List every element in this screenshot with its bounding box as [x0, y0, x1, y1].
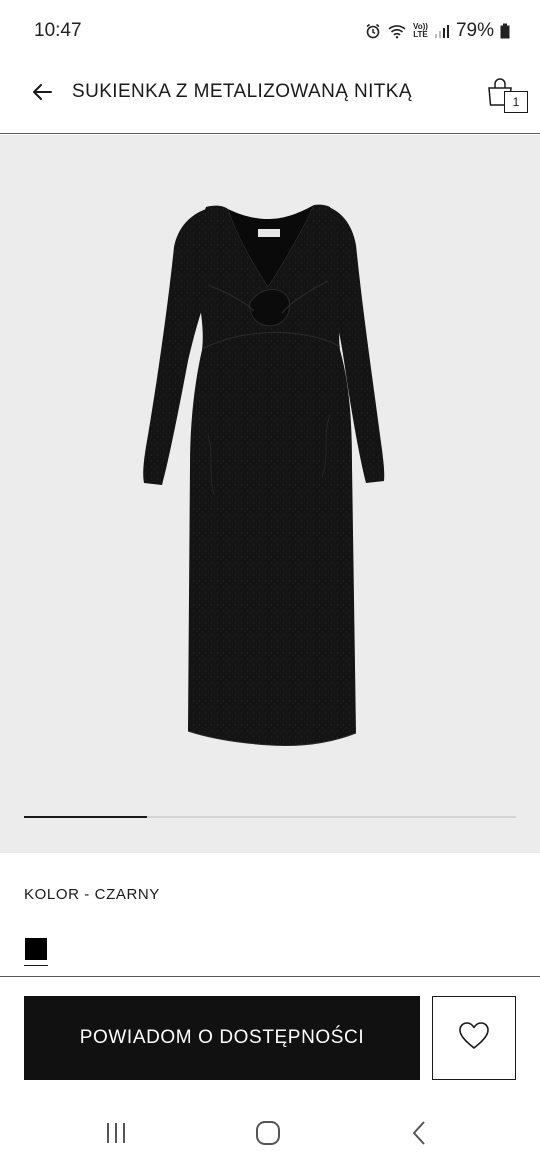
swatch-fill	[25, 938, 47, 960]
battery-icon	[500, 23, 510, 39]
divider	[0, 976, 540, 977]
gallery-progress-indicator	[24, 816, 147, 818]
signal-icon	[434, 23, 450, 39]
product-header: SUKIENKA Z METALIZOWANĄ NITKĄ 1	[0, 62, 540, 134]
product-image	[143, 204, 385, 746]
product-image-gallery[interactable]	[0, 135, 540, 853]
color-label: KOLOR - CZARNY	[24, 886, 160, 903]
home-button[interactable]	[248, 1120, 288, 1150]
home-icon	[255, 1120, 281, 1151]
cart-button[interactable]: 1	[484, 74, 530, 116]
back-button[interactable]	[26, 78, 58, 110]
status-bar: 10:47 Vo)) LTE 79%	[0, 0, 540, 62]
wishlist-button[interactable]	[432, 996, 516, 1080]
notify-availability-button[interactable]: POWIADOM O DOSTĘPNOŚCI	[24, 996, 420, 1080]
alarm-icon	[365, 23, 381, 39]
wifi-icon	[387, 23, 407, 39]
lte-label: LTE	[413, 30, 428, 39]
volte-lte-icon: Vo)) LTE	[413, 23, 428, 39]
back-icon	[410, 1120, 430, 1151]
page-title: SUKIENKA Z METALIZOWANĄ NITKĄ	[72, 81, 412, 102]
battery-percent: 79%	[455, 20, 494, 41]
cart-count-badge: 1	[504, 91, 528, 113]
recent-apps-icon	[103, 1121, 129, 1150]
arrow-left-icon	[30, 80, 54, 109]
system-nav-bar	[0, 1100, 540, 1170]
color-swatch-black[interactable]	[24, 938, 48, 968]
heart-icon	[458, 1021, 490, 1056]
recent-apps-button[interactable]	[96, 1120, 136, 1150]
gallery-progress-track	[24, 816, 516, 818]
swatch-selected-indicator	[24, 965, 48, 966]
status-icons: Vo)) LTE 79%	[365, 20, 510, 42]
status-time: 10:47	[34, 20, 82, 41]
system-back-button[interactable]	[400, 1120, 440, 1150]
